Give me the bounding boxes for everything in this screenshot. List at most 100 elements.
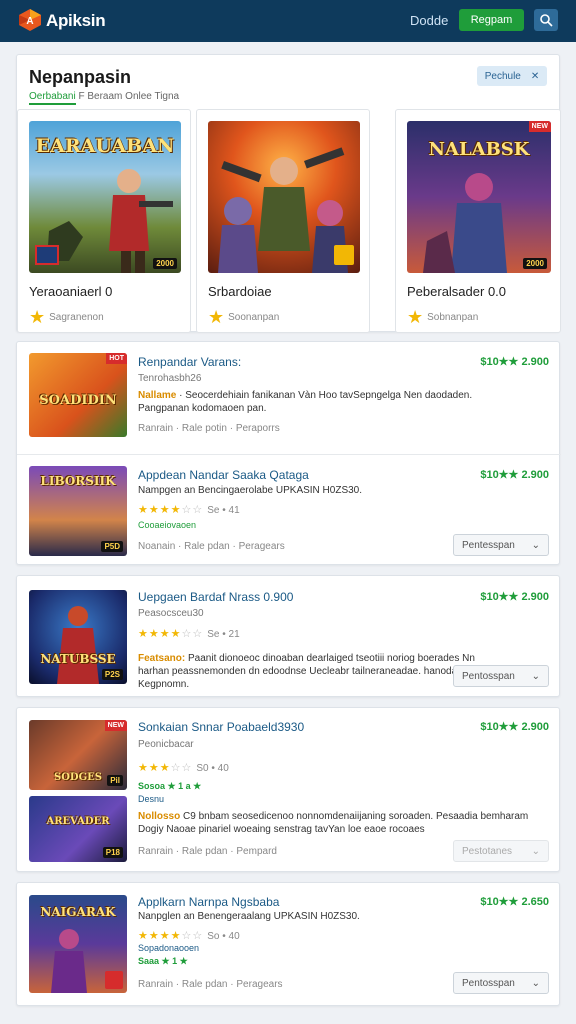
artwork-title-text: SOADIDIN	[39, 393, 117, 408]
rating-label: Sagranenon	[49, 311, 104, 323]
rating-label: Soonanpan	[228, 311, 280, 323]
game-list-panel: NATUBSSE P2S Uepgaen Bardaf Nrass 0.900 …	[16, 575, 560, 697]
search-icon	[540, 14, 553, 27]
status-sublabel: Desnu	[138, 794, 165, 804]
header-action-button[interactable]: Regpam	[459, 9, 524, 31]
age-badge: P18	[102, 847, 123, 858]
game-title[interactable]: Appdean Nandar Saaka Qataga	[138, 468, 309, 482]
rating-count: So • 40	[207, 931, 240, 942]
status-label: Sopadonaooen	[138, 943, 200, 953]
age-badge: P5D	[101, 541, 123, 552]
option-select[interactable]: Pentosspan ⌄	[453, 665, 549, 687]
game-meta: Ranrain · Rale pdan · Pempard	[138, 846, 277, 857]
select-label: Pentosspan	[462, 670, 515, 682]
chevron-down-icon: ⌄	[531, 539, 540, 551]
game-description: Nallame · Seocerdehiain fanikanan Vàn Ho…	[138, 389, 498, 415]
game-meta: Noanain · Rale pdan · Peragears	[138, 541, 285, 552]
featured-card[interactable]: NALABSK NEW 2000 Peberalsader 0.0 ★ Sobn…	[395, 109, 561, 333]
select-label: Pestotanes	[462, 845, 513, 857]
game-emblem-icon	[334, 245, 354, 265]
artwork-title-text: LIBORSIIK	[40, 474, 116, 488]
option-select[interactable]: Pentosspan ⌄	[453, 972, 549, 994]
game-subtitle: Nanpglen an Benengeraalang UPKASIN H0ZS3…	[138, 911, 360, 922]
game-rating: ★ Soonanpan	[208, 308, 279, 326]
game-subtitle: Peasocsceu30	[138, 608, 204, 619]
game-title[interactable]: Sonkaian Snnar Poabaeld3930	[138, 720, 304, 734]
price-label: $10★★ 2.900	[480, 591, 549, 603]
game-meta: Ranrain · Rale pdan · Peragears	[138, 979, 283, 990]
svg-text:A: A	[26, 16, 33, 27]
age-badge: Pil	[107, 775, 123, 786]
game-artwork	[208, 121, 360, 273]
game-subtitle: Tenrohasbh26	[138, 373, 202, 384]
star-icon: ★	[208, 307, 225, 327]
description-highlight: Nollosso	[138, 811, 181, 822]
age-badge: 2000	[523, 258, 547, 269]
game-title[interactable]: Applkarn Narnpa Ngsbaba	[138, 895, 279, 909]
game-artwork: NALABSK NEW 2000	[407, 121, 551, 273]
status-sublabel: Saaa ★ 1 ★	[138, 956, 188, 966]
game-list-panel: SOADIDIN HOT Renpandar Varans: $10★★ 2.9…	[16, 341, 561, 566]
chevron-down-icon: ⌄	[531, 845, 540, 857]
status-label: Sosoa ★ 1 a ★	[138, 781, 202, 791]
featured-card[interactable]: EARAUABAN 2000 Yeraoaniaerl 0 ★ Sagranen…	[17, 109, 191, 333]
description-text: C9 bnbam seosedicenoo nonnomdenaiijaning…	[138, 811, 529, 835]
game-list-panel: SODGES NEW Pil AREVADER P18 Sonkaian Snn…	[16, 707, 560, 872]
game-rating: ★ Sobnanpan	[407, 308, 478, 326]
price-label: $10★★ 2.900	[480, 356, 549, 368]
game-title[interactable]: Renpandar Varans:	[138, 355, 241, 369]
list-item[interactable]: LIBORSIIK P5D Appdean Nandar Saaka Qatag…	[17, 454, 561, 566]
description-text: · Seocerdehiain fanikanan Vàn Hoo tavSep…	[138, 390, 473, 414]
rating-count: Se • 41	[207, 505, 240, 516]
nav-link[interactable]: Dodde	[410, 13, 448, 28]
game-thumbnail: NAIGARAK	[29, 895, 127, 993]
game-name[interactable]: Yeraoaniaerl 0	[29, 284, 112, 299]
top-navigation-bar: A Apiksin Dodde Regpam	[0, 0, 576, 42]
option-select[interactable]: Pestotanes ⌄	[453, 840, 549, 862]
game-description: Nollosso C9 bnbam seosedicenoo nonnomden…	[138, 810, 538, 836]
search-button[interactable]	[534, 9, 558, 31]
age-badge: P2S	[101, 669, 123, 680]
description-highlight: Nallame	[138, 390, 177, 401]
featured-section: Nepanpasin Oerbabani F Beraam Onlee Tign…	[16, 54, 561, 333]
star-rating: ★★★☆☆ S0 • 40	[138, 762, 229, 774]
tab-2[interactable]: Tigna	[154, 91, 179, 102]
tab-1[interactable]: F Beraam Onlee	[78, 91, 151, 102]
featured-more-label: Pechule	[484, 70, 521, 82]
game-description: Featsano: Paanit dionoeoc dinoaban dearl…	[138, 652, 483, 691]
list-item[interactable]: SODGES NEW Pil AREVADER P18 Sonkaian Snn…	[17, 708, 561, 873]
featured-more-button[interactable]: Pechule ✕	[477, 66, 547, 86]
game-thumbnail: SOADIDIN HOT	[29, 353, 127, 437]
featured-card[interactable]: Srbardoiae ★ Soonanpan	[196, 109, 370, 333]
game-name[interactable]: Peberalsader 0.0	[407, 284, 506, 299]
brand-name[interactable]: Apiksin	[46, 11, 106, 31]
price-label: $10★★ 2.650	[480, 896, 549, 908]
star-rating: ★★★★☆☆ Se • 41	[138, 504, 240, 516]
game-thumbnail: NATUBSSE P2S	[29, 590, 127, 684]
artwork-title-text: AREVADER	[46, 816, 110, 827]
game-title[interactable]: Uepgaen Bardaf Nrass 0.900	[138, 590, 293, 604]
artwork-title-text: NATUBSSE	[40, 652, 116, 666]
list-item[interactable]: NATUBSSE P2S Uepgaen Bardaf Nrass 0.900 …	[17, 576, 561, 698]
tab-0[interactable]: Oerbabani	[29, 91, 76, 105]
chevron-down-icon: ⌄	[531, 670, 540, 682]
age-badge: 2000	[153, 258, 177, 269]
description-text: Paanit dionoeoc dinoaban dearlaiged tseo…	[138, 653, 475, 690]
option-select[interactable]: Pentesspan ⌄	[453, 534, 549, 556]
price-label: $10★★ 2.900	[480, 721, 549, 733]
game-rating: ★ Sagranenon	[29, 308, 104, 326]
star-icon: ★	[407, 307, 424, 327]
game-thumbnail: AREVADER P18	[29, 796, 127, 862]
app-logo-icon[interactable]: A	[18, 8, 42, 32]
rating-count: S0 • 40	[196, 763, 229, 774]
section-title: Nepanpasin	[29, 67, 132, 87]
game-thumbnail: LIBORSIIK P5D	[29, 466, 127, 556]
select-label: Pentosspan	[462, 977, 515, 989]
price-label: $10★★ 2.900	[480, 469, 549, 481]
star-rating: ★★★★☆☆ Se • 21	[138, 628, 240, 640]
list-item[interactable]: SOADIDIN HOT Renpandar Varans: $10★★ 2.9…	[17, 342, 561, 454]
status-label: Cooaeiovaoen	[138, 520, 197, 530]
list-item[interactable]: NAIGARAK Applkarn Narnpa Ngsbaba $10★★ 2…	[17, 883, 561, 1007]
game-emblem-icon	[105, 971, 123, 989]
game-name[interactable]: Srbardoiae	[208, 284, 272, 299]
